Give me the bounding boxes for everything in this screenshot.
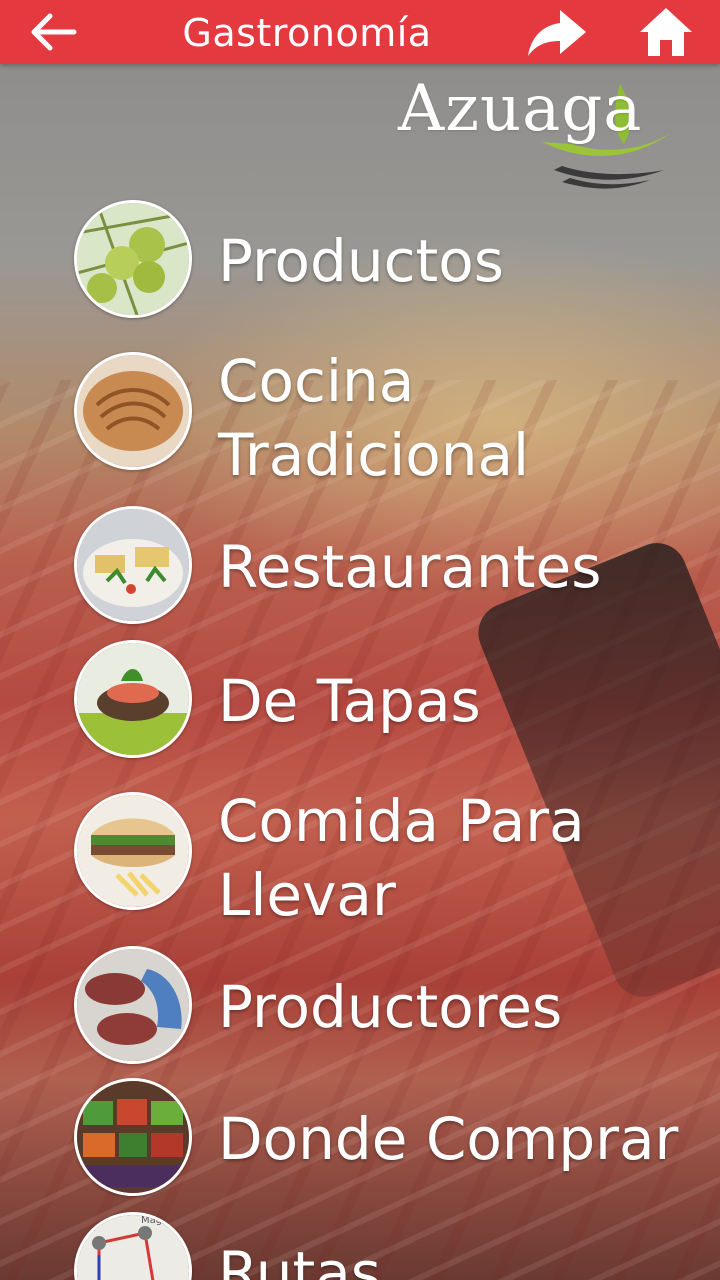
menu-item-donde-comprar[interactable]: Donde Comprar [74, 1078, 694, 1198]
logo-text: Azuaga [398, 72, 643, 146]
menu-item-de-tapas[interactable]: De Tapas [74, 640, 694, 760]
menu-label: Donde Comprar [218, 1105, 679, 1173]
share-arrow-icon[interactable] [524, 6, 590, 60]
home-icon[interactable] [636, 4, 696, 60]
menu-item-productos[interactable]: Productos [74, 200, 694, 320]
menu-label: Cocina Tradicional [218, 347, 530, 489]
page-title: Gastronomía [182, 11, 432, 55]
menu-item-restaurantes[interactable]: Restaurantes [74, 506, 694, 626]
butcher-thumbnail [74, 946, 192, 1064]
menu-label: Restaurantes [218, 533, 602, 601]
menu-item-comida-para-llevar[interactable]: Comida Para Llevar [74, 787, 694, 942]
sandwich-thumbnail [74, 792, 192, 910]
restaurant-dish-thumbnail [74, 506, 192, 624]
route-map-thumbnail: ga Magui [74, 1212, 192, 1280]
menu-label: Productos [218, 227, 504, 295]
menu-item-cocina-tradicional[interactable]: Cocina Tradicional [74, 347, 694, 502]
azuaga-logo: Azuaga [392, 72, 692, 202]
market-stall-thumbnail [74, 1078, 192, 1196]
menu-label: De Tapas [218, 667, 481, 735]
menu-item-productores[interactable]: Productores [74, 946, 694, 1066]
menu-label: Rutas [218, 1239, 381, 1280]
tapa-thumbnail [74, 640, 192, 758]
menu-label: Comida Para Llevar [218, 787, 585, 929]
menu-item-rutas[interactable]: ga Magui Rutas [74, 1212, 694, 1280]
pastry-thumbnail [74, 352, 192, 470]
map-label-left: ga [83, 1223, 95, 1234]
app-bar: Gastronomía [0, 0, 720, 64]
menu-label: Productores [218, 973, 563, 1041]
olives-thumbnail [74, 200, 192, 318]
map-label-right: Magui [141, 1215, 171, 1226]
